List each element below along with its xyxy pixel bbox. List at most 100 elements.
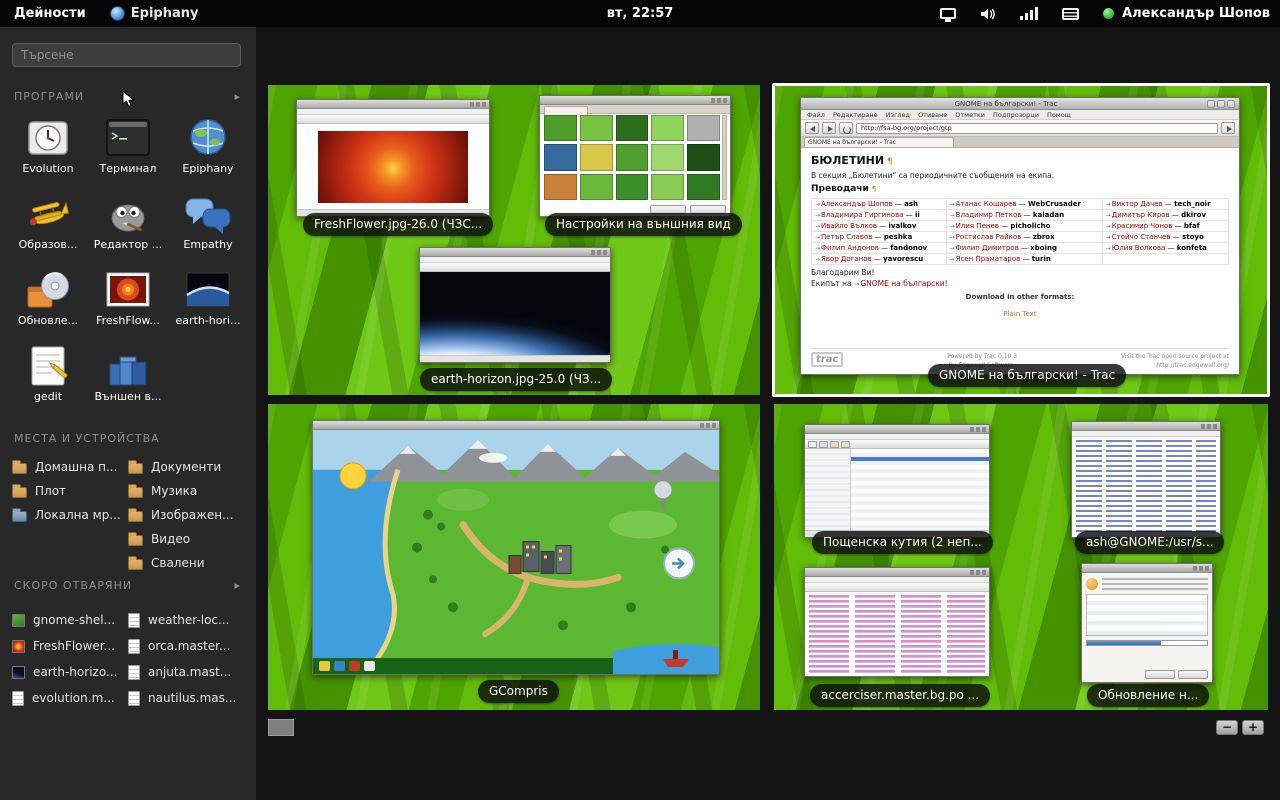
recent-item[interactable]: weather-loc...	[128, 607, 242, 633]
app-item-gcompris[interactable]: Образов...	[8, 187, 88, 263]
translator-link[interactable]: Филип Димитров	[950, 244, 1019, 252]
recent-item[interactable]: FreshFlower...	[12, 633, 126, 659]
gimp-icon	[101, 187, 155, 241]
window-appearance-settings[interactable]	[539, 95, 731, 217]
window-gcompris[interactable]	[312, 420, 720, 675]
menu-view[interactable]: Изглед	[886, 111, 910, 119]
zoom-out-button[interactable]: −	[1216, 720, 1238, 735]
menu-help[interactable]: Помощ	[1047, 111, 1071, 119]
menu-tabs[interactable]: Подпрозорци	[993, 111, 1039, 119]
trac-logo: trac	[811, 352, 843, 367]
window-update-manager[interactable]	[1081, 563, 1213, 683]
place-item-music[interactable]: Музика	[128, 479, 242, 503]
recent-item[interactable]: earth-horizo...	[12, 659, 126, 685]
menu-file[interactable]: Файл	[807, 111, 825, 119]
app-item-epiphany[interactable]: Epiphany	[168, 111, 248, 187]
search-input[interactable]	[12, 43, 241, 67]
place-item-network[interactable]: Локална мр...	[12, 503, 126, 527]
translator-nick: fandonov	[879, 244, 927, 252]
place-item-home[interactable]: Домашна п...	[12, 455, 126, 479]
add-workspace-thumbnail[interactable]	[268, 719, 294, 736]
place-item-downloads[interactable]: Свалени	[128, 551, 242, 575]
back-button[interactable]	[805, 122, 819, 134]
window-evolution-mail[interactable]	[804, 424, 990, 538]
translator-link[interactable]: Явор Доганов	[815, 255, 872, 263]
translator-link[interactable]: Петър Славов	[815, 233, 872, 241]
translator-link[interactable]: Филип Андонов	[815, 244, 879, 252]
clock[interactable]: вт, 22:57	[607, 6, 674, 21]
translator-link[interactable]: Красимир Чонов	[1106, 222, 1173, 230]
place-label: Локална мр...	[35, 508, 121, 522]
recent-item[interactable]: nautilus.mas...	[128, 685, 242, 711]
toolbar-button[interactable]	[819, 441, 828, 448]
window-buttons	[970, 427, 987, 432]
app-item-earth[interactable]: earth-hori...	[168, 263, 248, 339]
programs-expander-icon[interactable]: ▸	[234, 90, 240, 103]
user-menu[interactable]: Александър Шопов	[1103, 6, 1270, 21]
translator-link[interactable]: Ростислав Райков	[950, 233, 1022, 241]
translator-link[interactable]: Ивайло Вълков	[815, 222, 877, 230]
app-item-empathy[interactable]: Empathy	[168, 187, 248, 263]
menu-edit[interactable]: Редактиране	[833, 111, 878, 119]
team-link[interactable]: GNOME на български!	[854, 279, 948, 288]
table-row: Петър Славовpeshka Ростислав Райковzbrox…	[812, 232, 1229, 243]
app-item-terminal[interactable]: Терминал	[88, 111, 168, 187]
volume-icon[interactable]	[980, 7, 996, 21]
window-epiphany-trac[interactable]: GNOME на български! - Trac Файл Редактир…	[800, 97, 1240, 375]
toolbar-button[interactable]	[830, 441, 839, 448]
table-row: Александър Шоповash Атанас КошаревWebCru…	[812, 199, 1229, 210]
window-freshflower-viewer[interactable]	[296, 99, 490, 217]
app-item-gedit[interactable]: gedit	[8, 339, 88, 415]
window-gedit-po-file[interactable]	[804, 567, 990, 677]
toolbar-button[interactable]	[808, 441, 817, 448]
translator-link[interactable]: Стойчо Станчев	[1106, 233, 1171, 241]
window-earth-viewer[interactable]	[419, 247, 611, 363]
translator-cell: Владимира Гиргиноваii	[812, 210, 947, 221]
go-button[interactable]	[1221, 122, 1235, 134]
recent-item[interactable]: evolution.m...	[12, 685, 126, 711]
translator-link[interactable]: Владимир Петков	[950, 211, 1022, 219]
translator-link[interactable]: Александър Шопов	[815, 200, 893, 208]
place-item-documents[interactable]: Документи	[128, 455, 242, 479]
translator-link[interactable]: Владимира Гиргинова	[815, 211, 904, 219]
app-item-evolution[interactable]: Evolution	[8, 111, 88, 187]
app-item-freshflower[interactable]: FreshFlow...	[88, 263, 168, 339]
translator-link[interactable]: Юлия Волкова	[1106, 244, 1166, 252]
dialog-button[interactable]	[1178, 670, 1208, 679]
scrollbar[interactable]	[722, 115, 727, 200]
settings-tabs	[540, 105, 730, 114]
address-bar[interactable]: http://fsa-bg.org/project/gtp	[856, 123, 1218, 134]
window-terminal[interactable]	[1071, 421, 1221, 538]
recent-item[interactable]: orca.master...	[128, 633, 242, 659]
activities-button[interactable]: Дейности	[0, 6, 100, 21]
browser-tab[interactable]: GNOME на български! - Trac	[804, 137, 954, 147]
translator-link[interactable]: Атанас Кошарев	[950, 200, 1017, 208]
zoom-in-button[interactable]: +	[1242, 720, 1264, 735]
menu-bookmarks[interactable]: Отметки	[955, 111, 985, 119]
place-item-videos[interactable]: Видео	[128, 527, 242, 551]
display-settings-icon[interactable]	[940, 8, 956, 19]
network-signal-icon[interactable]	[1020, 7, 1038, 20]
app-item-updates[interactable]: Обновле...	[8, 263, 88, 339]
window-caption-gcompris: GCompris	[478, 680, 559, 703]
translator-link[interactable]: Виктор Дачев	[1106, 200, 1163, 208]
forward-button[interactable]	[822, 122, 836, 134]
keyboard-indicator-icon[interactable]	[1062, 8, 1079, 20]
app-item-external[interactable]: Външен в...	[88, 339, 168, 415]
menu-go[interactable]: Отиване	[918, 111, 947, 119]
recent-expander-icon[interactable]: ▸	[234, 579, 240, 592]
translator-link[interactable]: Ясен Праматаров	[950, 255, 1021, 263]
plain-text-link[interactable]: Plain Text	[1003, 310, 1036, 318]
place-item-desktop[interactable]: Плот	[12, 479, 126, 503]
translator-link[interactable]: Димитър Киров	[1106, 211, 1170, 219]
toolbar-button[interactable]	[841, 441, 850, 448]
reload-button[interactable]	[839, 122, 853, 134]
app-menu-button[interactable]: Epiphany	[100, 6, 209, 21]
translator-link[interactable]: Илия Пенев	[950, 222, 999, 230]
recent-item[interactable]: anjuta.mast...	[128, 659, 242, 685]
place-item-pictures[interactable]: Изображен...	[128, 503, 242, 527]
app-item-gimp[interactable]: Редактор ...	[88, 187, 168, 263]
window-buttons[interactable]	[1207, 100, 1235, 108]
dialog-button[interactable]	[1145, 670, 1175, 679]
recent-item[interactable]: gnome-shel...	[12, 607, 126, 633]
